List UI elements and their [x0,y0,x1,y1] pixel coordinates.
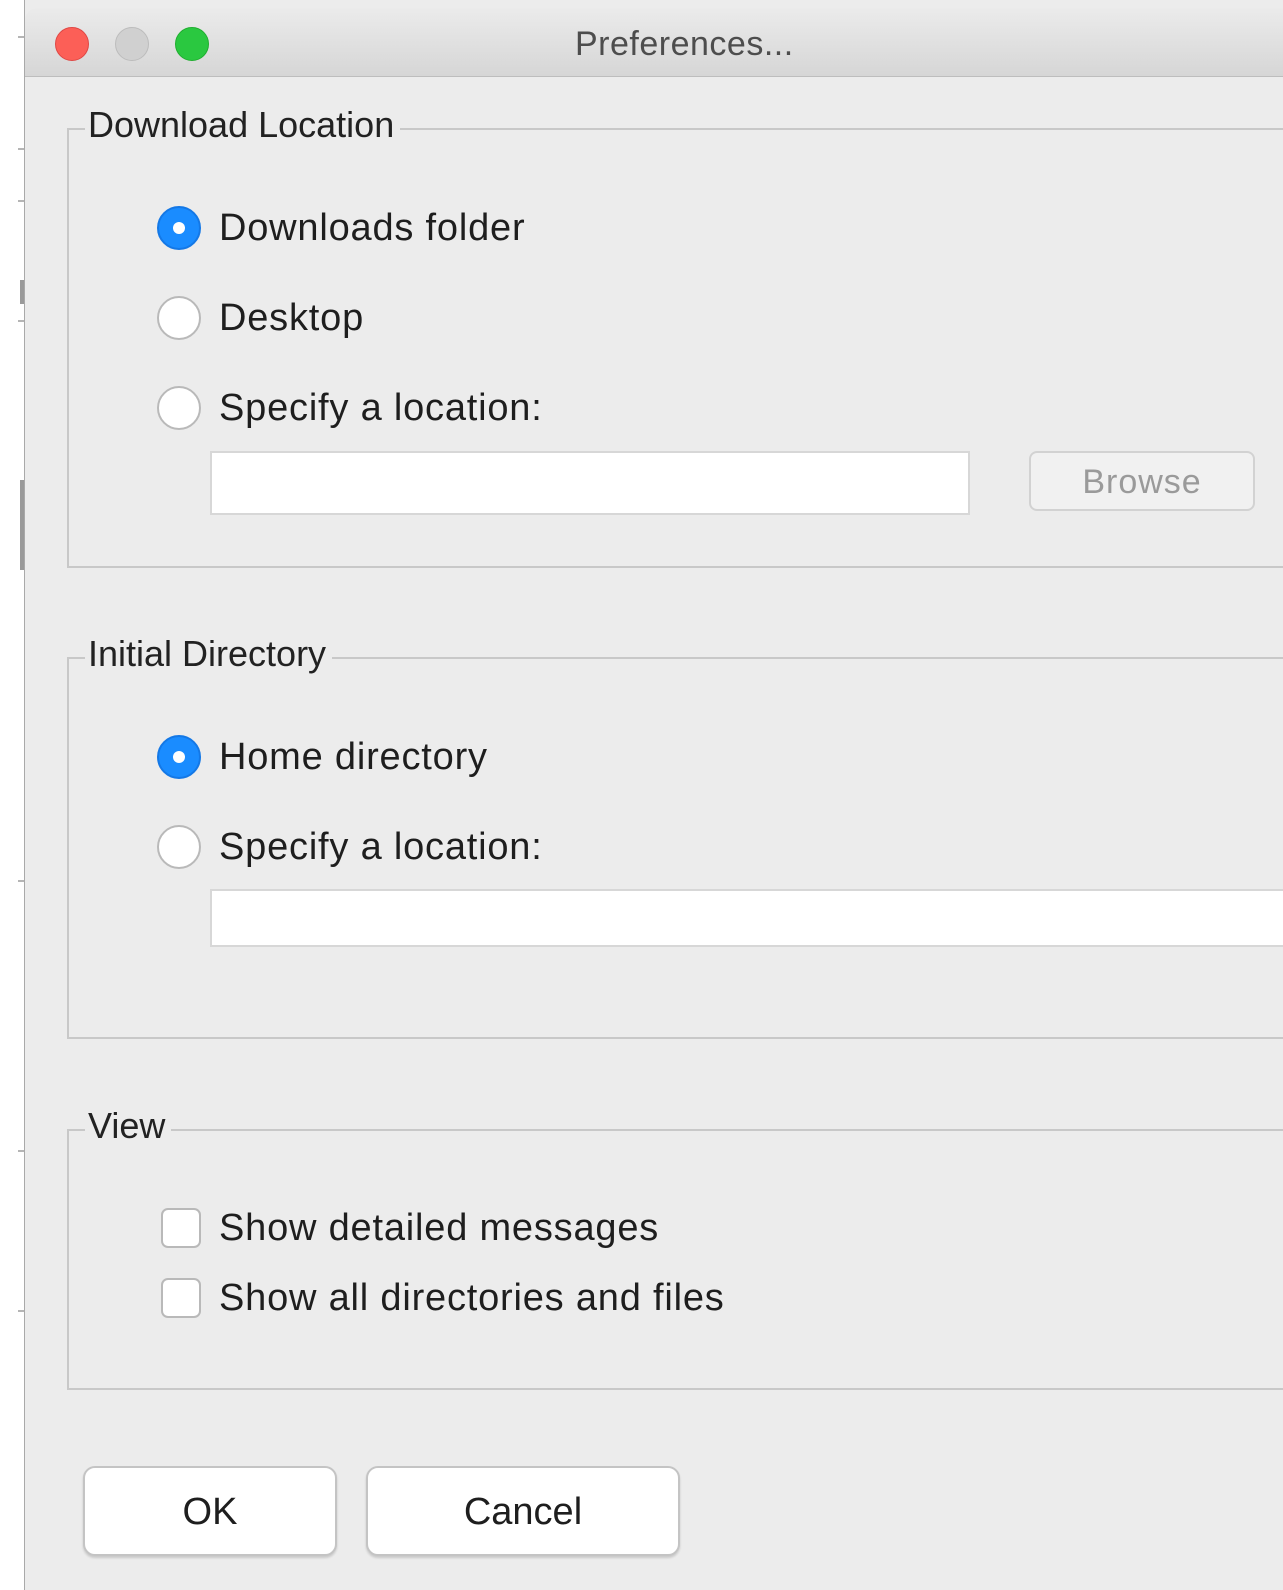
initial-directory-group: Initial Directory Home directory Specify… [67,632,1283,1039]
radio-label: Home directory [219,735,488,778]
cancel-button[interactable]: Cancel [366,1466,680,1556]
download-location-group: Download Location Downloads folder Deskt… [67,103,1283,568]
radio-specify-download-location[interactable]: Specify a location: [157,383,543,433]
window-title: Preferences... [575,25,794,63]
radio-label: Specify a location: [219,386,543,429]
checkbox-show-all-directories[interactable]: Show all directories and files [157,1273,725,1323]
checkbox-label: Show detailed messages [219,1206,660,1249]
ok-button[interactable]: OK [83,1466,337,1556]
zoom-window-button[interactable] [175,27,209,61]
background-app-edge [0,0,24,1590]
radio-label: Desktop [219,296,365,339]
close-window-button[interactable] [55,27,89,61]
checkbox-unchecked-icon[interactable] [161,1208,201,1248]
download-location-title: Download Location [85,103,401,147]
radio-specify-initial-location[interactable]: Specify a location: [157,822,543,872]
radio-selected-icon[interactable] [157,206,201,250]
radio-selected-icon[interactable] [157,735,201,779]
checkbox-show-detailed-messages[interactable]: Show detailed messages [157,1203,659,1253]
radio-unselected-icon[interactable] [157,296,201,340]
initial-directory-path-input[interactable] [210,889,1283,947]
browse-button[interactable]: Browse [1029,451,1255,511]
checkbox-label: Show all directories and files [219,1276,725,1319]
preferences-dialog: Preferences... Download Location Downloa… [24,0,1283,1590]
radio-desktop[interactable]: Desktop [157,293,364,343]
radio-home-directory[interactable]: Home directory [157,732,488,782]
radio-label: Specify a location: [219,825,543,868]
view-title: View [85,1104,172,1148]
view-group: View Show detailed messages Show all dir… [67,1104,1283,1390]
initial-directory-title: Initial Directory [85,632,333,676]
checkbox-unchecked-icon[interactable] [161,1278,201,1318]
title-bar[interactable]: Preferences... [25,8,1283,77]
radio-label: Downloads folder [219,206,526,249]
download-path-input[interactable] [210,451,970,515]
minimize-window-button[interactable] [115,27,149,61]
radio-unselected-icon[interactable] [157,825,201,869]
radio-unselected-icon[interactable] [157,386,201,430]
radio-downloads-folder[interactable]: Downloads folder [157,203,525,253]
